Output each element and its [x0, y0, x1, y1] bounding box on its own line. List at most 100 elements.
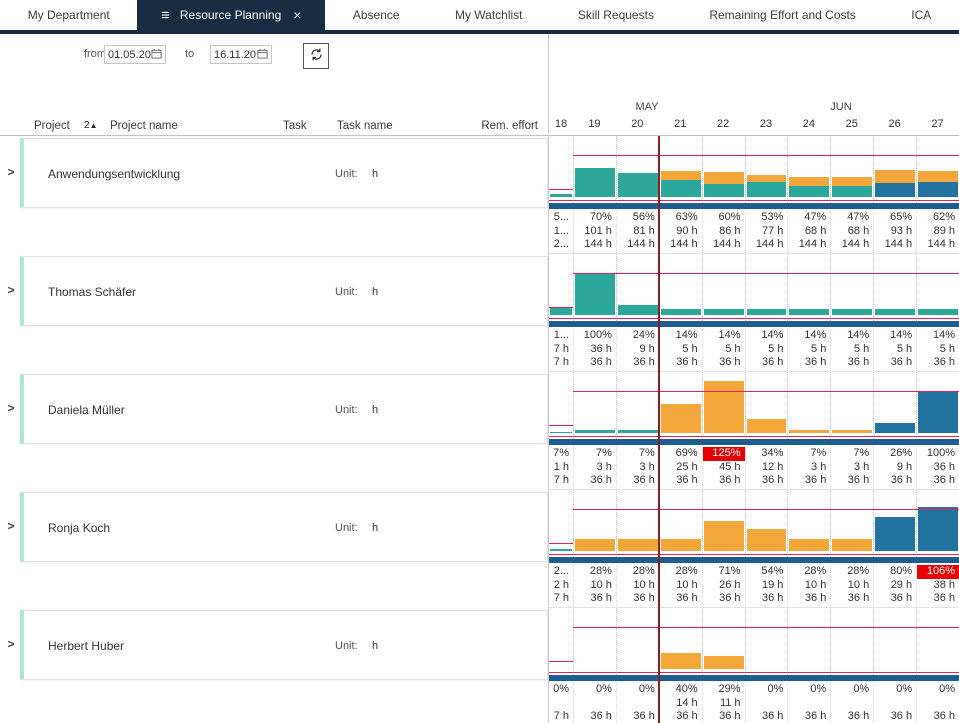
capacity-hours: 36 h — [746, 592, 788, 606]
week-label: 22 — [702, 118, 745, 130]
expand-row-chevron[interactable]: > — [5, 519, 17, 533]
tab-remaining-effort-and-costs[interactable]: Remaining Effort and Costs — [682, 0, 884, 30]
utilization-percent: 0% — [917, 683, 959, 697]
column-header-task[interactable]: Task — [283, 120, 307, 132]
resource-row-card[interactable]: Herbert HuberUnit:h — [20, 610, 548, 680]
bar-segment-teal — [618, 173, 658, 197]
to-date-input[interactable]: 16.11.20 — [210, 45, 272, 64]
utilization-percent: 29% — [703, 683, 745, 697]
capacity-hours: 36 h — [746, 710, 788, 723]
capacity-hours: 7 h — [549, 356, 573, 370]
bar-segment-teal — [618, 305, 658, 316]
values-grid: 7%1 h7 h7%3 h36 h7%3 h36 h69%25 h36 h125… — [549, 445, 959, 489]
to-label: to — [185, 48, 194, 60]
chart-week-cell — [873, 608, 916, 681]
menu-icon[interactable]: ≡ — [161, 8, 170, 23]
planned-hours: 19 h — [746, 579, 788, 593]
week-values-cell: 0%36 h — [916, 683, 959, 723]
week-values-cell: 14%5 h36 h — [787, 329, 830, 371]
resource-row-card[interactable]: Daniela MüllerUnit:h — [20, 374, 548, 444]
planned-hours: 10 h — [831, 579, 873, 593]
bar-segment-orange — [875, 170, 915, 183]
tab-my-department[interactable]: My Department — [0, 0, 137, 30]
planned-hours: 3 h — [831, 461, 873, 475]
capacity-line — [573, 627, 959, 628]
column-header-project[interactable]: Project — [34, 120, 70, 132]
unit-label: Unit: — [335, 404, 358, 416]
utilization-percent: 0% — [617, 683, 659, 697]
utilization-percent: 14% — [917, 329, 959, 343]
utilization-percent: 14% — [831, 329, 873, 343]
tab-ica[interactable]: ICA — [884, 0, 959, 30]
bar-segment-orange — [747, 419, 787, 433]
column-header-task-name[interactable]: Task name — [337, 120, 393, 132]
planned-hours — [917, 697, 959, 711]
utilization-percent-overload: 106% — [917, 565, 959, 579]
main-content: from 01.05.20 to 16.11.20 — [0, 34, 959, 723]
chart-week-cell — [873, 136, 916, 209]
sort-indicator[interactable]: 2▲ — [84, 120, 97, 131]
bar-segment-teal — [550, 194, 572, 197]
capacity-hours: 36 h — [617, 356, 659, 370]
utilization-percent-overload: 125% — [703, 447, 745, 461]
expand-row-chevron[interactable]: > — [5, 283, 17, 297]
capacity-hours: 36 h — [703, 710, 745, 723]
capacity-hours: 36 h — [574, 592, 616, 606]
expand-row-chevron[interactable]: > — [5, 165, 17, 179]
expand-row-chevron[interactable]: > — [5, 401, 17, 415]
chart-week-cell — [616, 372, 659, 445]
planned-hours — [831, 697, 873, 711]
utilization-percent: 47% — [831, 211, 873, 225]
from-date-value: 01.05.20 — [108, 49, 151, 61]
utilization-percent: 56% — [617, 211, 659, 225]
chart-week-cell — [873, 372, 916, 445]
timeline-row-band: 7%1 h7 h7%3 h36 h7%3 h36 h69%25 h36 h125… — [549, 372, 959, 490]
month-label-may: MAY — [635, 101, 658, 113]
close-tab-icon[interactable]: × — [293, 8, 301, 22]
planned-hours: 3 h — [617, 461, 659, 475]
utilization-percent: 60% — [703, 211, 745, 225]
planned-hours: 5 h — [703, 343, 745, 357]
capacity-hours: 144 h — [788, 238, 830, 252]
tab-resource-planning[interactable]: ≡Resource Planning× — [137, 0, 325, 30]
utilization-percent: 100% — [917, 447, 959, 461]
resource-row-card[interactable]: AnwendungsentwicklungUnit:h — [20, 138, 548, 208]
week-values-cell: 69%25 h36 h — [659, 447, 702, 489]
planned-hours: 26 h — [703, 579, 745, 593]
tab-absence[interactable]: Absence — [325, 0, 427, 30]
from-date-input[interactable]: 01.05.20 — [104, 45, 166, 64]
utilization-percent: 0% — [831, 683, 873, 697]
bar-segment-teal — [575, 168, 615, 198]
capacity-line — [573, 273, 959, 274]
chart-week-cell — [787, 136, 830, 209]
week-values-cell: 100%36 h36 h — [916, 447, 959, 489]
planned-hours: 3 h — [574, 461, 616, 475]
column-header-rem-effort[interactable]: Rem. effort — [481, 120, 538, 132]
bar-segment-orange — [661, 653, 701, 669]
utilization-percent: 0% — [574, 683, 616, 697]
week-values-cell: 29%11 h36 h — [702, 683, 745, 723]
week-values-cell: 28%10 h36 h — [659, 565, 702, 607]
chart-week-cell — [573, 254, 616, 327]
capacity-hours: 7 h — [549, 592, 573, 606]
planned-hours: 5 h — [660, 343, 702, 357]
resource-row-card[interactable]: Ronja KochUnit:h — [20, 492, 548, 562]
chart-week-cell — [549, 136, 573, 209]
planned-hours: 10 h — [574, 579, 616, 593]
column-header-project-name[interactable]: Project name — [110, 120, 178, 132]
utilization-chart — [549, 490, 959, 563]
timeline-row-band: 5...1...2...70%101 h144 h56%81 h144 h63%… — [549, 136, 959, 254]
capacity-hours: 36 h — [874, 710, 916, 723]
capacity-line — [573, 391, 959, 392]
week-values-cell: 14%5 h36 h — [702, 329, 745, 371]
week-values-cell: 0%36 h — [873, 683, 916, 723]
calendar-icon[interactable] — [257, 48, 268, 62]
tab-my-watchlist[interactable]: My Watchlist — [427, 0, 550, 30]
resource-row-card[interactable]: Thomas SchäferUnit:h — [20, 256, 548, 326]
tab-skill-requests[interactable]: Skill Requests — [550, 0, 681, 30]
capacity-bottom-line — [549, 200, 959, 201]
expand-row-chevron[interactable]: > — [5, 637, 17, 651]
refresh-button[interactable] — [303, 43, 329, 69]
week-values-cell: 14%5 h36 h — [659, 329, 702, 371]
calendar-icon[interactable] — [151, 48, 162, 62]
